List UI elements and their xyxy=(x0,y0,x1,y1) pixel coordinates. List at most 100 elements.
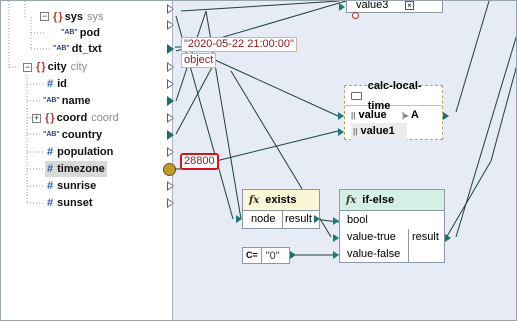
collapse-sys-icon[interactable]: − xyxy=(40,12,49,21)
calc-local-time-header[interactable]: calc-local-time xyxy=(345,80,442,112)
add-input-icon[interactable] xyxy=(352,12,359,19)
input-port-icon[interactable] xyxy=(333,217,339,225)
port-marker-icon: || xyxy=(351,111,356,120)
tree-node-country[interactable]: "AB" country xyxy=(43,127,102,143)
exists-title: exists xyxy=(265,193,297,206)
tree-node-label: population xyxy=(57,146,114,158)
output-port-icon[interactable] xyxy=(167,181,174,191)
input-port-icon[interactable] xyxy=(339,3,345,11)
if-else-output-result[interactable]: result xyxy=(408,229,439,263)
tree-node-population[interactable]: # population xyxy=(47,144,113,160)
tree-node-timezone[interactable]: # timezone xyxy=(45,161,107,177)
constant-datetime[interactable]: "2020-05-22 21:00:00" xyxy=(181,37,297,52)
tree-node-label: name xyxy=(61,95,91,107)
input-port-icon[interactable] xyxy=(236,215,242,223)
if-else-component[interactable]: fx if-else bool value-true value-false r… xyxy=(339,189,445,263)
input-port-icon[interactable] xyxy=(338,112,344,120)
input-port-icon[interactable] xyxy=(333,234,339,242)
output-port-icon[interactable] xyxy=(167,96,174,106)
selected-node-highlight: # timezone xyxy=(45,161,107,177)
output-port-icon[interactable] xyxy=(445,234,451,242)
timezone-connector-icon[interactable] xyxy=(163,163,176,176)
delete-value-icon[interactable]: × xyxy=(405,1,414,10)
tree-node-label: sunset xyxy=(57,197,93,209)
output-port-icon[interactable] xyxy=(167,79,174,89)
object-icon: { } xyxy=(36,61,46,73)
source-tree-panel: − { } sys sys "AB" pod "AB" dt_txt − { }… xyxy=(1,1,173,320)
tree-node-label: country xyxy=(61,129,103,141)
if-else-header[interactable]: fx if-else xyxy=(340,190,444,211)
exists-component[interactable]: fx exists node result xyxy=(242,189,320,229)
tree-node-label: coord xyxy=(56,112,88,124)
tree-node-coord[interactable]: { } coord coord xyxy=(45,110,119,126)
folder-icon xyxy=(351,91,362,100)
exists-input-node[interactable]: node xyxy=(251,211,275,228)
string-icon: "AB" xyxy=(43,131,60,138)
tree-node-label: timezone xyxy=(57,163,105,175)
output-port-icon[interactable] xyxy=(167,130,174,140)
exists-output-result[interactable]: result xyxy=(282,211,312,228)
object-icon: { } xyxy=(53,11,63,23)
number-icon: # xyxy=(47,163,54,175)
tree-node-name[interactable]: "AB" name xyxy=(43,93,91,109)
tree-node-label: id xyxy=(57,78,67,90)
output-port-icon[interactable] xyxy=(167,147,174,157)
tree-node-dt-txt[interactable]: "AB" dt_txt xyxy=(53,41,102,57)
calc-input-value[interactable]: || value xyxy=(351,107,387,124)
calc-local-time-component[interactable]: calc-local-time || value |▸ A || value1 xyxy=(344,80,443,140)
number-icon: # xyxy=(47,197,54,209)
if-else-input-bool[interactable]: bool xyxy=(347,212,368,229)
output-port-icon[interactable] xyxy=(167,4,174,14)
output-port-icon[interactable] xyxy=(443,112,449,120)
mapping-window: − { } sys sys "AB" pod "AB" dt_txt − { }… xyxy=(0,0,517,321)
output-port-icon[interactable] xyxy=(167,113,174,123)
output-port-icon[interactable] xyxy=(314,215,320,223)
input-port-icon[interactable] xyxy=(333,251,339,259)
exists-header[interactable]: fx exists xyxy=(243,190,319,211)
output-port-icon[interactable] xyxy=(167,198,174,208)
tree-node-sunrise[interactable]: # sunrise xyxy=(47,178,96,194)
tree-node-pod[interactable]: "AB" pod xyxy=(61,25,100,41)
string-icon: "AB" xyxy=(61,29,78,36)
tree-node-label: dt_txt xyxy=(71,43,102,55)
output-port-icon[interactable] xyxy=(290,251,296,259)
output-port-icon[interactable] xyxy=(167,62,174,72)
calc-output-a[interactable]: |▸ A xyxy=(402,107,419,124)
port-marker-icon: || xyxy=(353,127,358,136)
tree-node-type: city xyxy=(70,61,88,73)
output-port-icon[interactable] xyxy=(167,44,174,54)
tree-node-type: coord xyxy=(91,112,119,124)
tree-node-id[interactable]: # id xyxy=(47,76,67,92)
expand-coord-icon[interactable]: + xyxy=(32,114,41,123)
constant-object[interactable]: object xyxy=(181,53,217,68)
function-icon: fx xyxy=(346,194,357,206)
constant-timezone[interactable]: 28800 xyxy=(180,153,219,170)
calc-input-value1[interactable]: || value1 xyxy=(351,123,407,140)
tree-node-type: sys xyxy=(86,11,104,23)
number-icon: # xyxy=(47,78,54,90)
tree-node-label: sunrise xyxy=(57,180,97,192)
tree-node-city[interactable]: { } city city xyxy=(36,59,87,75)
constant-zero-component[interactable]: C= "0" xyxy=(242,247,290,264)
constant-icon: C= xyxy=(243,248,262,263)
partial-component-top[interactable]: value3 × xyxy=(346,0,443,13)
if-else-input-value-false[interactable]: value-false xyxy=(347,246,400,263)
tree-node-sys[interactable]: { } sys sys xyxy=(53,9,103,25)
number-icon: # xyxy=(47,146,54,158)
tree-node-label: sys xyxy=(64,11,83,23)
value3-label: value3 xyxy=(356,0,389,11)
tree-node-label: pod xyxy=(79,27,100,39)
collapse-city-icon[interactable]: − xyxy=(23,63,32,72)
tree-node-label: city xyxy=(47,61,67,73)
input-port-icon[interactable] xyxy=(338,128,344,136)
tree-node-sunset[interactable]: # sunset xyxy=(47,195,93,211)
if-else-title: if-else xyxy=(362,193,395,206)
function-icon: fx xyxy=(249,194,260,206)
if-else-input-value-true[interactable]: value-true xyxy=(347,229,396,246)
string-icon: "AB" xyxy=(43,97,60,104)
constant-zero-value: "0" xyxy=(265,249,280,262)
string-icon: "AB" xyxy=(53,45,70,52)
output-port-icon[interactable] xyxy=(167,20,174,30)
object-icon: { } xyxy=(45,112,55,124)
port-marker-icon: |▸ xyxy=(402,111,409,120)
